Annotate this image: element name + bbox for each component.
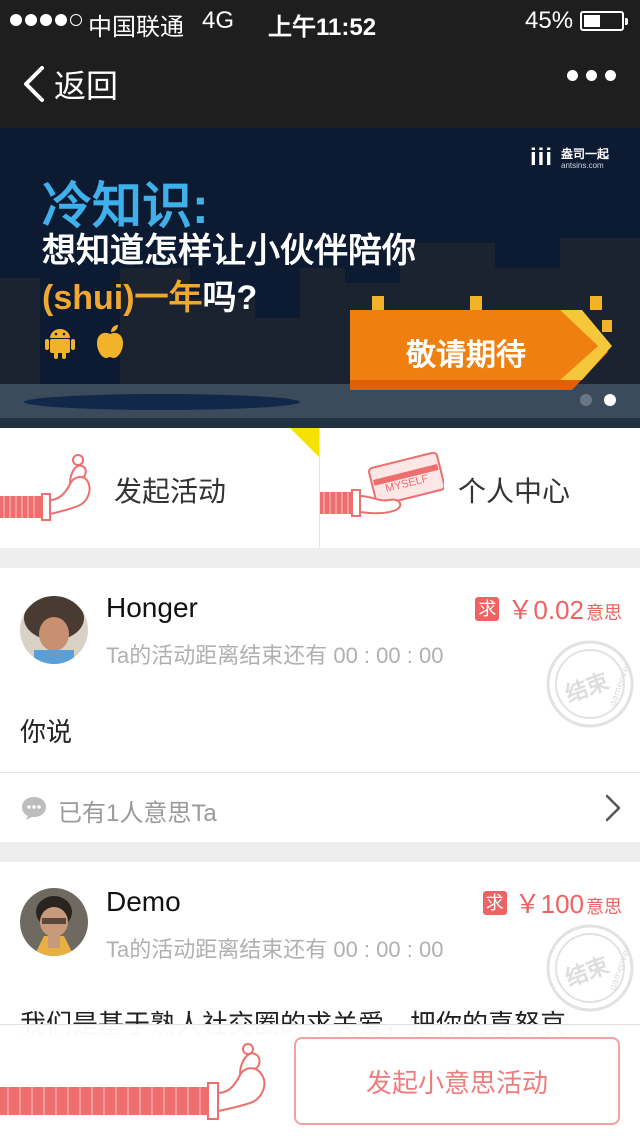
user-avatar-image	[20, 888, 88, 956]
banner-subtitle: 想知道怎样让小伙伴陪你	[42, 232, 416, 270]
svg-text:结束: 结束	[562, 668, 613, 708]
activity-card[interactable]: Honger Ta的活动距离结束还有 00 : 00 : 00 求 ￥0.02 …	[0, 568, 640, 842]
svg-text:MYSELF: MYSELF	[384, 473, 430, 492]
price-badge: 求 ￥0.02 意思	[475, 590, 622, 627]
carrier-name: 中国联通	[88, 14, 184, 41]
profile-center-label: 个人中心	[458, 476, 571, 507]
create-activity-label: 发起活动	[114, 476, 227, 507]
battery-icon	[580, 11, 628, 31]
apple-icon	[97, 325, 123, 358]
banner-subtitle-line-2: (shui)一年吗?	[42, 279, 258, 317]
avatar[interactable]	[20, 888, 88, 956]
countdown-text: Ta的活动距离结束还有 00 : 00 : 00	[106, 937, 444, 962]
svg-text:结束: 结束	[562, 952, 613, 992]
username: Honger	[106, 592, 198, 623]
request-tag: 求	[475, 596, 500, 621]
more-dots-icon	[567, 70, 578, 81]
status-bar: 中国联通 4G 上午11:52 45%	[0, 0, 640, 41]
battery-percentage: 45%	[525, 7, 574, 34]
page-dot	[580, 394, 592, 406]
price-amount: ￥0.02	[507, 595, 584, 625]
page-dot-active	[604, 394, 616, 406]
interested-users-row[interactable]: 已有1人意思Ta	[0, 772, 640, 842]
create-activity-button[interactable]: 发起小意思活动	[294, 1037, 620, 1125]
price-unit: 意思	[586, 603, 622, 623]
avatar[interactable]	[20, 596, 88, 664]
navigation-bar: 返回	[0, 40, 640, 128]
banner-page-indicator	[580, 394, 616, 406]
post-content: 你说	[20, 717, 73, 747]
more-options-button[interactable]	[567, 70, 616, 81]
price-unit: 意思	[586, 897, 622, 917]
myself-card-text: MYSELF	[384, 473, 430, 492]
bottom-action-bar: 发起小意思活动	[0, 1024, 640, 1136]
price-amount: ￥100	[514, 889, 584, 919]
pointing-hand-icon	[0, 454, 91, 521]
request-tag: 求	[482, 890, 507, 915]
price-badge: 求 ￥100 意思	[482, 884, 622, 921]
interested-count-label: 已有1人意思Ta	[58, 800, 217, 827]
create-activity-entry[interactable]: 发起活动	[0, 428, 320, 548]
network-type: 4G	[202, 7, 235, 34]
game-over-stamp-icon: 结束 gameover	[546, 640, 634, 728]
quick-entries: 发起活动 MYSELF 个人中心	[0, 428, 640, 548]
game-over-stamp-icon: 结束 gameover	[546, 924, 634, 1012]
back-button[interactable]: 返回	[18, 60, 118, 108]
new-corner-flag	[290, 428, 320, 458]
profile-center-entry[interactable]: MYSELF 个人中心	[320, 428, 639, 548]
chevron-left-icon	[24, 66, 44, 102]
brand-logo: iii 盎司一起 antsins.com	[530, 144, 610, 171]
pointing-hand-icon	[0, 1043, 266, 1120]
chevron-right-icon	[605, 794, 621, 822]
back-label: 返回	[54, 68, 119, 104]
countdown-text: Ta的活动距离结束还有 00 : 00 : 00	[106, 643, 444, 668]
username: Demo	[106, 886, 181, 917]
chat-bubble-icon	[22, 797, 46, 820]
promo-banner[interactable]: iii 盎司一起 antsins.com 冷知识: 想知道怎样让小伙伴陪你 (s…	[0, 128, 640, 428]
coming-soon-button[interactable]: 敬请期待	[350, 310, 612, 394]
clock: 上午11:52	[268, 14, 377, 41]
android-icon	[45, 329, 75, 359]
user-avatar-image	[20, 596, 88, 664]
signal-strength-icon	[10, 14, 82, 26]
